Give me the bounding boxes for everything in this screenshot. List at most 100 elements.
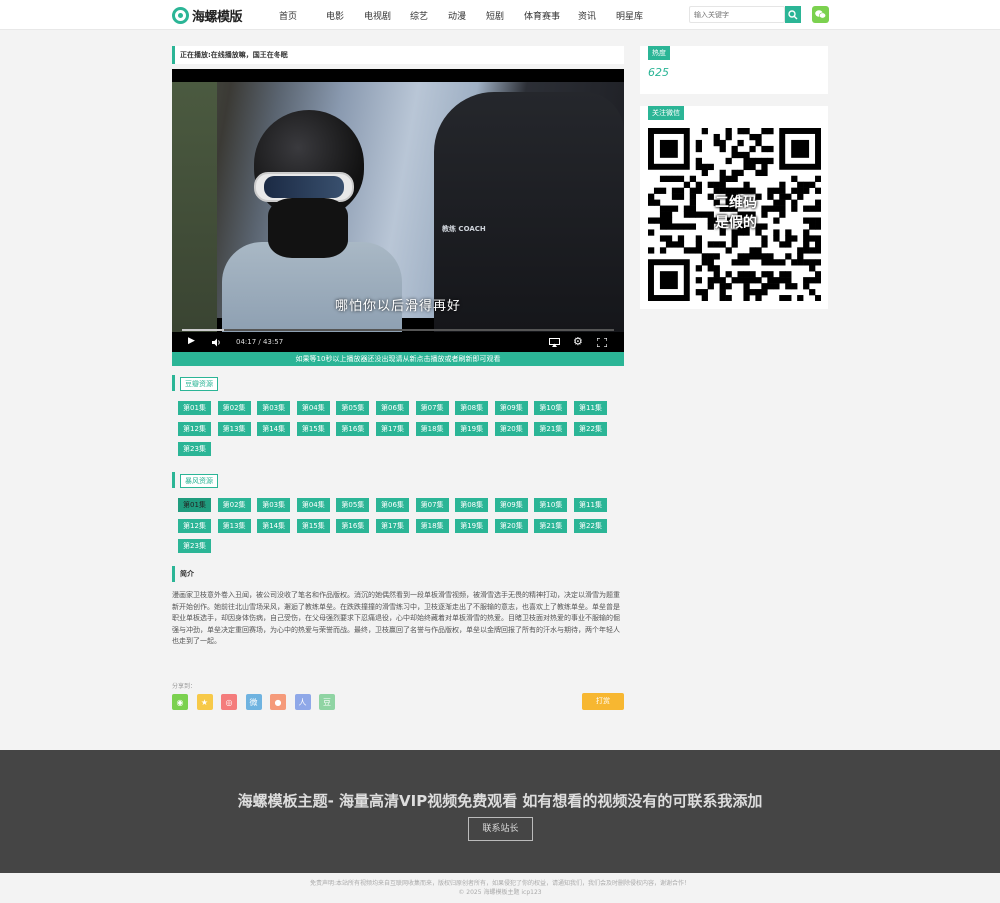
weibo-share-icon[interactable]: ◎ [221,694,237,710]
logo-icon [172,7,189,24]
nav-item[interactable]: 短剧 [486,9,504,22]
fullscreen-icon[interactable] [597,338,607,347]
episode-button[interactable]: 第21集 [534,421,568,436]
video-frame[interactable]: 教练 COACH [172,82,624,332]
episode-button[interactable]: 第04集 [296,401,330,415]
episode-button[interactable]: 第19集 [455,421,489,436]
footer-title: 海螺模板主题- 海量高清VIP视频免费观看 如有想看的视频没有的可联系我添加 [237,792,763,810]
player-notice: 如果等10秒以上播放器还没出现请从新点击播放或者刷新即可观看 [172,352,624,366]
video-scene-face [268,198,348,258]
nav-item[interactable]: 体育赛事 [524,9,560,22]
episode-button[interactable]: 第08集 [455,498,489,512]
tencent-weibo-share-icon[interactable]: 微 [245,694,262,710]
episode-button[interactable]: 第18集 [415,518,449,533]
episode-button[interactable]: 第05集 [336,498,370,512]
episode-button[interactable]: 第03集 [257,401,291,415]
tip-button[interactable]: 打赏 [582,693,624,710]
share-label: 分享到： [172,683,197,690]
intro-text: 漫画家卫枝意外卷入丑闻，被公司没收了笔名和作品版权。消沉的她偶然看到一段单板滑雪… [172,591,620,645]
douban-share-icon[interactable]: 豆 [319,694,335,710]
episode-button[interactable]: 第09集 [494,401,528,415]
renren-share-icon[interactable]: 人 [294,694,311,710]
nav-item[interactable]: 动漫 [448,9,466,22]
episode-button[interactable]: 第01集 [178,401,211,415]
video-player[interactable]: 教练 COACH 哪怕你以后滑得再好 ▶ 04:17 / 43:57 ⚙ [172,69,624,352]
episode-button[interactable]: 第16集 [336,421,370,436]
volume-icon[interactable] [212,338,222,347]
episode-button[interactable]: 第01集 [178,498,211,512]
now-playing-title: 正在播放:在线播放嘛，国王在冬眠 [172,46,624,64]
episode-button[interactable]: 第13集 [217,518,251,533]
play-icon[interactable]: ▶ [188,336,195,346]
episode-button[interactable]: 第02集 [217,401,251,415]
episode-button[interactable]: 第14集 [257,518,291,533]
episode-button[interactable]: 第17集 [376,518,409,533]
episode-button[interactable]: 第08集 [455,401,489,415]
search-input[interactable] [689,6,785,23]
source-header-2: 暴风资源 [172,472,218,488]
source-tab-douban[interactable]: 豆瓣资源 [180,377,218,391]
contact-button[interactable]: 联系站长 [468,817,533,841]
nav-item[interactable]: 首页 [279,9,297,22]
episode-button[interactable]: 第20集 [494,421,528,436]
wechat-follow-label: 关注微信 [648,106,684,120]
episode-button[interactable]: 第15集 [296,421,330,436]
time-display: 04:17 / 43:57 [236,338,284,346]
episode-button[interactable]: 第15集 [296,518,330,533]
episode-button[interactable]: 第21集 [534,518,568,533]
episode-button[interactable]: 第12集 [178,518,211,533]
episode-button[interactable]: 第11集 [574,401,607,415]
episode-button[interactable]: 第23集 [178,539,211,553]
episode-button[interactable]: 第02集 [217,498,251,512]
qr-overlay-text: 二维码 是假的 [715,193,757,233]
airplay-icon[interactable] [549,338,560,347]
nav-item[interactable]: 综艺 [410,9,428,22]
nav-item[interactable]: 电影 [326,9,344,22]
episode-button[interactable]: 第07集 [415,498,449,512]
episode-button[interactable]: 第11集 [574,498,607,512]
progress-fill [182,329,225,331]
wechat-button[interactable] [812,6,829,23]
episode-button[interactable]: 第06集 [376,401,409,415]
heat-value: 625 [648,66,669,79]
episode-button[interactable]: 第14集 [257,421,291,436]
qzone-share-icon[interactable]: ★ [196,694,213,710]
episode-button[interactable]: 第19集 [455,518,489,533]
qq-share-icon[interactable]: ● [270,694,286,710]
episode-button[interactable]: 第23集 [178,442,211,456]
disclaimer: 免责声明:本站所有视频均来自互联网收集而来，版权归原创者所有，如果侵犯了你的权益… [309,880,691,887]
source-tab-baofeng[interactable]: 暴风资源 [180,474,218,488]
episode-button[interactable]: 第07集 [415,401,449,415]
episode-button[interactable]: 第05集 [336,401,370,415]
qr-overlay-line-2: 是假的 [715,215,757,231]
nav-item[interactable]: 明星库 [616,9,643,22]
nav-item[interactable]: 资讯 [578,9,596,22]
search-button[interactable] [785,6,801,23]
episode-button[interactable]: 第17集 [376,421,409,436]
episode-button[interactable]: 第22集 [574,421,607,436]
episode-button[interactable]: 第10集 [534,401,568,415]
episode-button[interactable]: 第22集 [574,518,607,533]
episode-button[interactable]: 第16集 [336,518,370,533]
wechat-share-icon[interactable]: ◉ [172,694,188,710]
episode-button[interactable]: 第04集 [296,498,330,512]
episode-button[interactable]: 第09集 [494,498,528,512]
episode-button[interactable]: 第20集 [494,518,528,533]
source-header-1: 豆瓣资源 [172,375,218,391]
footer-banner: 海螺模板主题- 海量高清VIP视频免费观看 如有想看的视频没有的可联系我添加 联… [0,750,1000,873]
site-logo[interactable]: 海螺模版 [172,6,243,25]
progress-bar[interactable] [182,329,614,331]
episode-button[interactable]: 第10集 [534,498,568,512]
video-subtitle: 哪怕你以后滑得再好 [334,299,461,314]
wechat-icon [815,10,826,19]
copyright: © 2025 海螺模板主题 icp123 [458,889,542,896]
settings-icon[interactable]: ⚙ [573,335,583,348]
player-controls: ▶ 04:17 / 43:57 ⚙ [172,333,624,352]
episode-button[interactable]: 第03集 [257,498,291,512]
logo-text: 海螺模版 [192,10,243,25]
episode-button[interactable]: 第18集 [415,421,449,436]
episode-button[interactable]: 第13集 [217,421,251,436]
episode-button[interactable]: 第06集 [376,498,409,512]
nav-item[interactable]: 电视剧 [364,9,391,22]
episode-button[interactable]: 第12集 [178,421,211,436]
